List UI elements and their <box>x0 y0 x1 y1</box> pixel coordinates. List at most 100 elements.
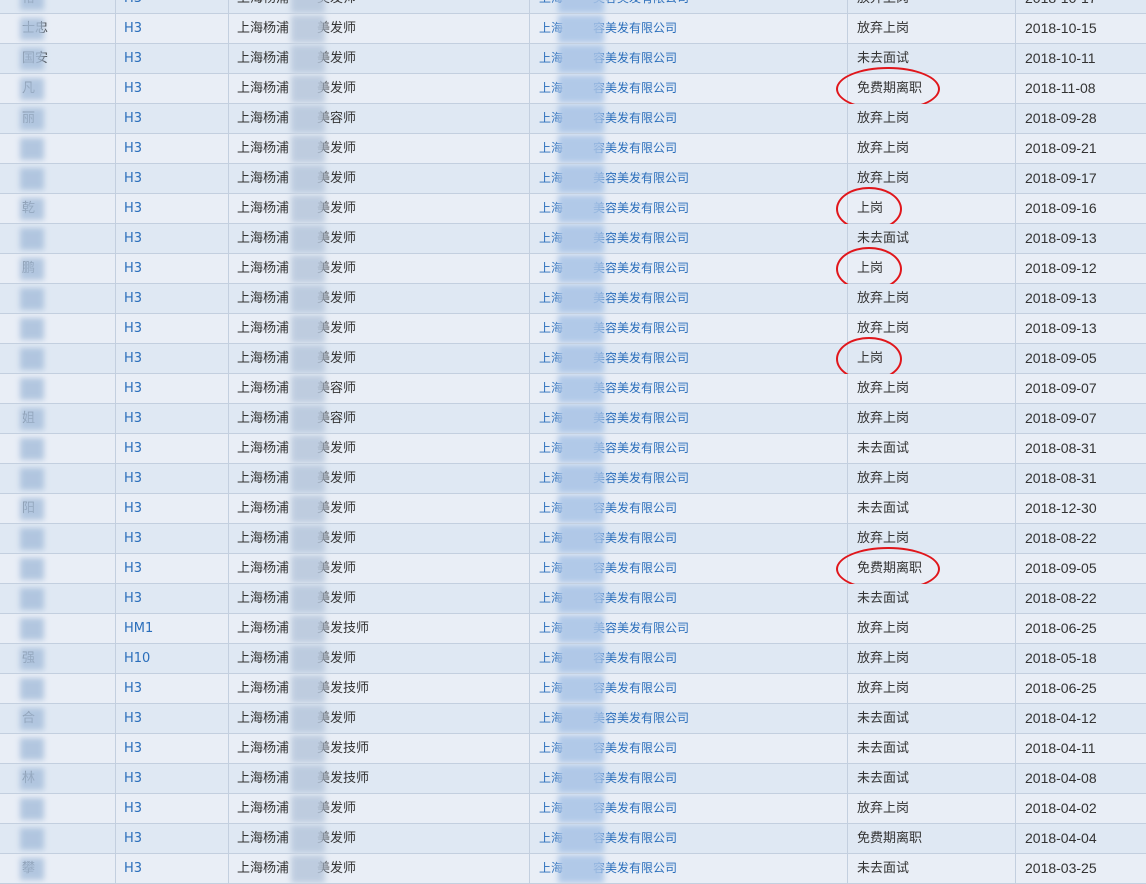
job-code-link[interactable]: H3 <box>124 771 142 786</box>
job-code-link[interactable]: H3 <box>124 81 142 96</box>
company-cell[interactable]: 上海 容美发有限公司 <box>530 584 848 613</box>
job-code-link[interactable]: H3 <box>124 861 142 876</box>
company-prefix[interactable]: 上海 <box>539 261 563 275</box>
job-code-link[interactable]: H3 <box>124 201 142 216</box>
table-row[interactable]: 阳 H3 上海杨浦 美发师 上海 容美发有限公司 未去面试 2018-12-30 <box>0 494 1146 524</box>
company-name[interactable]: 容美发有限公司 <box>593 651 677 665</box>
company-cell[interactable]: 上海 容美发有限公司 <box>530 44 848 73</box>
company-name[interactable]: 容美发有限公司 <box>593 561 677 575</box>
code-cell[interactable]: H3 <box>116 134 229 163</box>
code-cell[interactable]: H3 <box>116 494 229 523</box>
company-name[interactable]: 容美发有限公司 <box>593 831 677 845</box>
company-cell[interactable]: 上海 美容美发有限公司 <box>530 434 848 463</box>
company-cell[interactable]: 上海 容美发有限公司 <box>530 524 848 553</box>
company-name[interactable]: 美容美发有限公司 <box>593 471 689 485</box>
company-name[interactable]: 美容美发有限公司 <box>593 291 689 305</box>
company-prefix[interactable]: 上海 <box>539 621 563 635</box>
job-code-link[interactable]: H3 <box>124 591 142 606</box>
code-cell[interactable]: H3 <box>116 0 229 13</box>
company-cell[interactable]: 上海 容美发有限公司 <box>530 14 848 43</box>
company-name[interactable]: 容美发有限公司 <box>593 501 677 515</box>
job-code-link[interactable]: H3 <box>124 0 142 6</box>
company-name[interactable]: 容美发有限公司 <box>593 81 677 95</box>
company-name[interactable]: 美容美发有限公司 <box>593 441 689 455</box>
job-code-link[interactable]: H3 <box>124 141 142 156</box>
code-cell[interactable]: H3 <box>116 734 229 763</box>
code-cell[interactable]: H10 <box>116 644 229 673</box>
company-cell[interactable]: 上海 容美发有限公司 <box>530 104 848 133</box>
company-cell[interactable]: 上海 容美发有限公司 <box>530 824 848 853</box>
table-row[interactable]: 攀 H3 上海杨浦 美发师 上海 容美发有限公司 未去面试 2018-03-25 <box>0 854 1146 884</box>
job-code-link[interactable]: H3 <box>124 51 142 66</box>
job-code-link[interactable]: H3 <box>124 171 142 186</box>
job-code-link[interactable]: H3 <box>124 711 142 726</box>
table-row[interactable]: 士忠 H3 上海杨浦 美发师 上海 容美发有限公司 放弃上岗 2018-10-15 <box>0 14 1146 44</box>
company-prefix[interactable]: 上海 <box>539 111 563 125</box>
job-code-link[interactable]: H3 <box>124 111 142 126</box>
job-code-link[interactable]: H3 <box>124 471 142 486</box>
company-cell[interactable]: 上海 容美发有限公司 <box>530 494 848 523</box>
company-prefix[interactable]: 上海 <box>539 651 563 665</box>
company-prefix[interactable]: 上海 <box>539 711 563 725</box>
company-prefix[interactable]: 上海 <box>539 171 563 185</box>
company-cell[interactable]: 上海 美容美发有限公司 <box>530 254 848 283</box>
company-cell[interactable]: 上海 容美发有限公司 <box>530 854 848 883</box>
company-cell[interactable]: 上海 美容美发有限公司 <box>530 464 848 493</box>
table-row[interactable]: H3 上海杨浦 美发师 上海 容美发有限公司 放弃上岗 2018-09-21 <box>0 134 1146 164</box>
job-code-link[interactable]: H3 <box>124 231 142 246</box>
job-code-link[interactable]: H3 <box>124 801 142 816</box>
company-prefix[interactable]: 上海 <box>539 231 563 245</box>
company-prefix[interactable]: 上海 <box>539 441 563 455</box>
table-row[interactable]: H3 上海杨浦 美发师 上海 容美发有限公司 放弃上岗 2018-08-22 <box>0 524 1146 554</box>
code-cell[interactable]: H3 <box>116 344 229 373</box>
code-cell[interactable]: H3 <box>116 14 229 43</box>
job-code-link[interactable]: H3 <box>124 291 142 306</box>
table-row[interactable]: H3 上海杨浦 美发技师 上海 容美发有限公司 放弃上岗 2018-06-25 <box>0 674 1146 704</box>
code-cell[interactable]: H3 <box>116 314 229 343</box>
table-row[interactable]: H3 上海杨浦 美发师 上海 美容美发有限公司 未去面试 2018-08-31 <box>0 434 1146 464</box>
code-cell[interactable]: H3 <box>116 254 229 283</box>
table-row[interactable]: H3 上海杨浦 美发师 上海 美容美发有限公司 放弃上岗 2018-08-31 <box>0 464 1146 494</box>
company-cell[interactable]: 上海 美容美发有限公司 <box>530 614 848 643</box>
company-prefix[interactable]: 上海 <box>539 801 563 815</box>
company-cell[interactable]: 上海 美容美发有限公司 <box>530 344 848 373</box>
company-prefix[interactable]: 上海 <box>539 561 563 575</box>
table-row[interactable]: 凡 H3 上海杨浦 美发师 上海 容美发有限公司 免费期离职 2018-11-08 <box>0 67 1146 111</box>
company-cell[interactable]: 上海 容美发有限公司 <box>530 554 848 583</box>
job-code-link[interactable]: H3 <box>124 351 142 366</box>
company-cell[interactable]: 上海 容美发有限公司 <box>530 74 848 103</box>
job-code-link[interactable]: H3 <box>124 531 142 546</box>
company-cell[interactable]: 上海 容美发有限公司 <box>530 794 848 823</box>
table-row[interactable]: H3 上海杨浦 美发师 上海 容美发有限公司 未去面试 2018-08-22 <box>0 584 1146 614</box>
company-name[interactable]: 美容美发有限公司 <box>593 0 689 5</box>
code-cell[interactable]: H3 <box>116 524 229 553</box>
company-name[interactable]: 美容美发有限公司 <box>593 381 689 395</box>
company-cell[interactable]: 上海 容美发有限公司 <box>530 734 848 763</box>
table-row[interactable]: H3 上海杨浦 美发师 上海 容美发有限公司 免费期离职 2018-04-04 <box>0 824 1146 854</box>
company-name[interactable]: 容美发有限公司 <box>593 141 677 155</box>
table-row[interactable]: 林 H3 上海杨浦 美发技师 上海 容美发有限公司 未去面试 2018-04-08 <box>0 764 1146 794</box>
code-cell[interactable]: H3 <box>116 104 229 133</box>
table-row[interactable]: 乾 H3 上海杨浦 美发师 上海 美容美发有限公司 上岗 2018-09-16 <box>0 187 1146 231</box>
company-prefix[interactable]: 上海 <box>539 831 563 845</box>
code-cell[interactable]: HM1 <box>116 614 229 643</box>
code-cell[interactable]: H3 <box>116 224 229 253</box>
company-name[interactable]: 容美发有限公司 <box>593 861 677 875</box>
company-name[interactable]: 美容美发有限公司 <box>593 411 689 425</box>
company-prefix[interactable]: 上海 <box>539 381 563 395</box>
job-code-link[interactable]: H3 <box>124 21 142 36</box>
code-cell[interactable]: H3 <box>116 44 229 73</box>
table-row[interactable]: H3 上海杨浦 美发技师 上海 容美发有限公司 未去面试 2018-04-11 <box>0 734 1146 764</box>
company-name[interactable]: 容美发有限公司 <box>593 591 677 605</box>
company-prefix[interactable]: 上海 <box>539 291 563 305</box>
company-name[interactable]: 容美发有限公司 <box>593 681 677 695</box>
company-name[interactable]: 容美发有限公司 <box>593 771 677 785</box>
company-cell[interactable]: 上海 美容美发有限公司 <box>530 284 848 313</box>
table-row[interactable]: 裕 H3 上海杨浦 美发师 上海 美容美发有限公司 放弃上岗 2018-10-17 <box>0 0 1146 14</box>
code-cell[interactable]: H3 <box>116 854 229 883</box>
table-row[interactable]: H3 上海杨浦 美容师 上海 美容美发有限公司 放弃上岗 2018-09-07 <box>0 374 1146 404</box>
code-cell[interactable]: H3 <box>116 554 229 583</box>
table-row[interactable]: H3 上海杨浦 美发师 上海 美容美发有限公司 放弃上岗 2018-09-17 <box>0 164 1146 194</box>
table-row[interactable]: 国安 H3 上海杨浦 美发师 上海 容美发有限公司 未去面试 2018-10-11 <box>0 44 1146 74</box>
table-row[interactable]: H3 上海杨浦 美发师 上海 美容美发有限公司 放弃上岗 2018-09-13 <box>0 284 1146 314</box>
